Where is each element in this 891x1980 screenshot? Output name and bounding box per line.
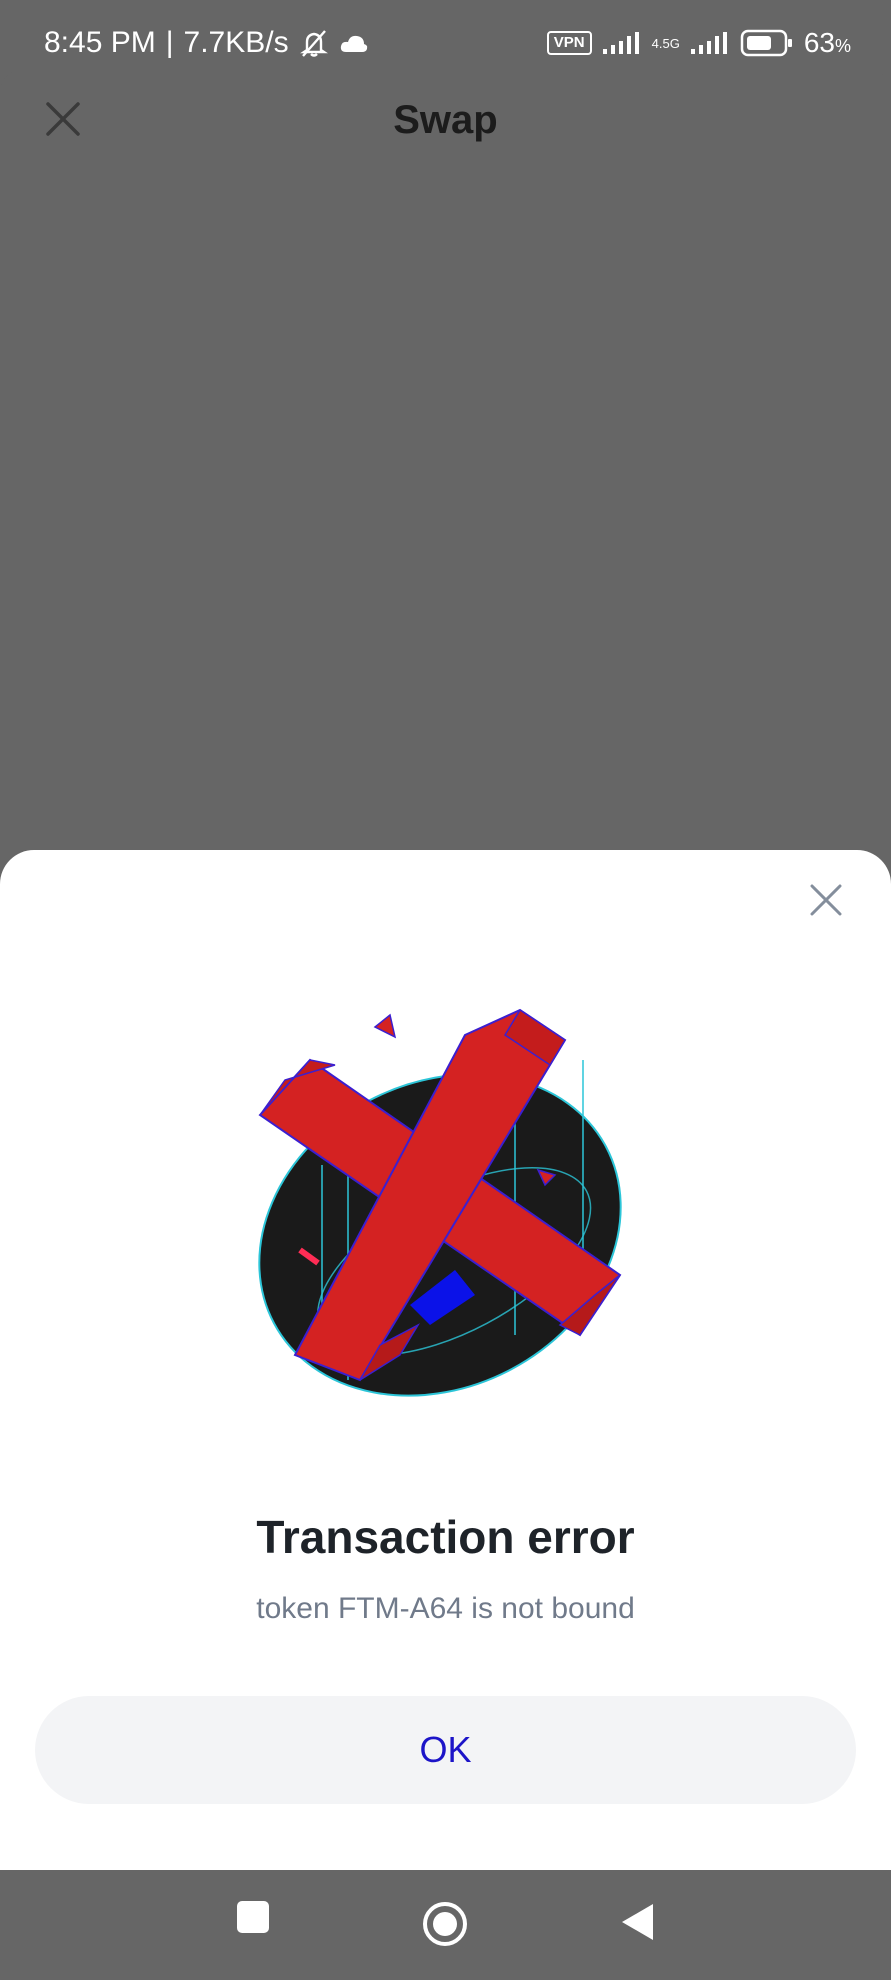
battery-icon [740, 29, 794, 57]
back-triangle-icon[interactable] [620, 1903, 654, 1946]
network-type-label: 4.5G [651, 35, 680, 51]
dialog-message: token FTM-A64 is not bound [256, 1592, 635, 1625]
battery-percentage: 63% [803, 27, 851, 58]
status-right: VPN 4.5G 63% [546, 27, 851, 59]
home-circle-icon[interactable] [422, 1901, 468, 1952]
status-separator: | [165, 26, 174, 59]
vpn-badge: VPN [546, 31, 592, 55]
page-title: Swap [393, 98, 498, 142]
error-x-illustration [250, 1005, 630, 1405]
signal-icon [602, 31, 642, 55]
status-network-speed: 7.7KB/s [183, 26, 289, 59]
cloud-icon [339, 32, 369, 54]
recents-square-icon[interactable] [236, 1900, 270, 1939]
status-time: 8:45 PM [44, 26, 156, 59]
dialog-close-icon[interactable] [808, 882, 844, 918]
bell-muted-icon [299, 28, 329, 58]
status-left: 8:45 PM | 7.7KB/s [44, 26, 369, 60]
ok-button[interactable]: OK [35, 1696, 856, 1804]
dialog-title: Transaction error [256, 1511, 635, 1563]
signal-icon-secondary [690, 31, 730, 55]
